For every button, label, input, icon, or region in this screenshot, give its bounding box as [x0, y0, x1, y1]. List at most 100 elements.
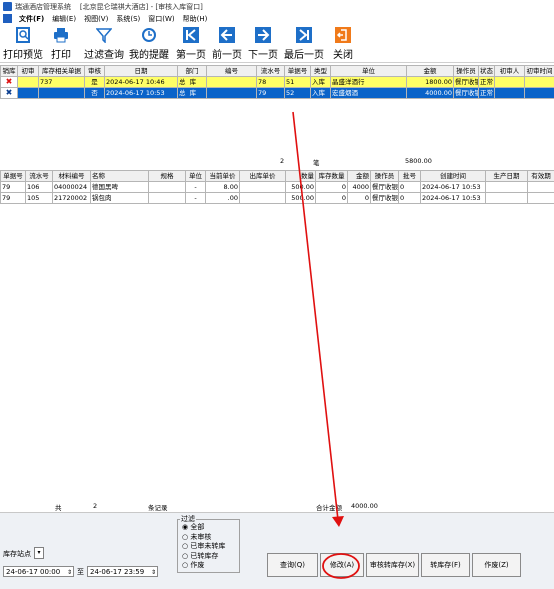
app-icon [3, 2, 12, 11]
column-header[interactable]: 操作员 [371, 171, 399, 182]
column-header[interactable]: 数量 [286, 171, 316, 182]
table-cell: 正常 [479, 88, 495, 99]
date-to-picker[interactable]: 24-06-17 23:59⇕ [87, 566, 158, 577]
print-preview-icon [14, 27, 32, 43]
column-header[interactable]: 初审人 [495, 66, 525, 77]
station-dropdown[interactable]: ▾ [34, 547, 44, 559]
first-page-button[interactable]: 第一页 [176, 27, 206, 61]
date-from-picker[interactable]: 24-06-17 00:00⇕ [3, 566, 74, 577]
table-cell: - [186, 193, 206, 204]
filter-option-transferred[interactable]: ○ 已转库存 [182, 552, 225, 562]
title-bar: 瑞通酒店管理系统 [北京昆仑瑞祺大酒店] - [审核入库窗口] [0, 0, 554, 14]
table-cell [525, 77, 554, 88]
column-header[interactable]: 操作员 [454, 66, 479, 77]
column-header[interactable]: 初审时间 [525, 66, 554, 77]
table-cell: 2024-06-17 10:53 [105, 88, 178, 99]
filter-query-button[interactable]: 过滤查询 [84, 27, 124, 61]
close-button[interactable]: 关闭 [333, 27, 353, 61]
table-cell: 2024-06-17 10:53 [421, 182, 486, 193]
table-cell: 04000024 [53, 182, 91, 193]
filter-option-unreviewed[interactable]: ○ 未审核 [182, 533, 225, 543]
void-button[interactable]: 作废(Z) [472, 553, 521, 577]
document-icon [3, 14, 12, 23]
menu-edit[interactable]: 编辑(E) [48, 14, 80, 24]
column-header[interactable]: 库存相关单据 [39, 66, 85, 77]
review-transfer-button[interactable]: 审核转库存(X) [366, 553, 419, 577]
column-header[interactable]: 销库 [1, 66, 18, 77]
table-cell: 0 [348, 193, 371, 204]
column-header[interactable]: 单位 [331, 66, 407, 77]
column-header[interactable]: 状态 [479, 66, 495, 77]
column-header[interactable]: 流水号 [257, 66, 285, 77]
last-page-button[interactable]: 最后一页 [284, 27, 324, 61]
next-page-button[interactable]: 下一页 [248, 27, 278, 61]
my-reminders-button[interactable]: 我的提醒 [129, 27, 169, 61]
table-cell: 是 [85, 77, 105, 88]
menu-view[interactable]: 视图(V) [80, 14, 112, 24]
menu-window[interactable]: 窗口(W) [144, 14, 178, 24]
query-button[interactable]: 查询(Q) [267, 553, 318, 577]
radio-icon: ○ [182, 533, 188, 541]
column-header[interactable]: 单位 [186, 171, 206, 182]
table-cell: 0 [316, 193, 348, 204]
column-header[interactable]: 类型 [311, 66, 331, 77]
table-header-row: 单据号 流水号 材料编号 名称 规格 单位 当前单价 出库单价 数量 库存数量 … [1, 171, 554, 182]
table-row-selected[interactable]: ✖ 否 2024-06-17 10:53 总 库 79 52 入库 宏盛烟酒 4… [1, 88, 554, 99]
table-cell: 宏盛烟酒 [331, 88, 407, 99]
table-cell: 79 [257, 88, 285, 99]
table-row[interactable]: ✖ 737 是 2024-06-17 10:46 总 库 78 51 入库 晶盛… [1, 77, 554, 88]
print-preview-button[interactable]: 打印预览 [3, 27, 43, 61]
menu-system[interactable]: 系统(S) [112, 14, 144, 24]
table-cell: 餐厅收银 [454, 77, 479, 88]
column-header[interactable]: 编号 [207, 66, 257, 77]
table-cell: 500.00 [286, 193, 316, 204]
bottom-panel [0, 512, 554, 589]
column-header[interactable]: 生产日期 [486, 171, 528, 182]
chevron-down-icon: ▾ [37, 549, 40, 556]
table-cell [18, 77, 39, 88]
column-header[interactable]: 材料编号 [53, 171, 91, 182]
table-cell: 0 [399, 182, 421, 193]
column-header[interactable]: 库存数量 [316, 171, 348, 182]
table-cell [495, 88, 525, 99]
table-cell: 入库 [311, 88, 331, 99]
table-row[interactable]: 79 105 21720002 锅包肉 - .00 500.00 0 0 餐厅收… [1, 193, 554, 204]
previous-page-button[interactable]: 前一页 [212, 27, 242, 61]
menu-help[interactable]: 帮助(H) [179, 14, 212, 24]
table-cell [528, 193, 554, 204]
filter-option-all[interactable]: ◉ 全部 [182, 523, 225, 533]
column-header[interactable]: 单据号 [285, 66, 311, 77]
column-header[interactable]: 单据号 [1, 171, 26, 182]
column-header[interactable]: 审核 [85, 66, 105, 77]
table-cell [149, 193, 186, 204]
table-cell: 78 [257, 77, 285, 88]
menu-file[interactable]: 文件(F) [15, 14, 48, 24]
filter-option-reviewed[interactable]: ○ 已审未转库 [182, 542, 225, 552]
column-header[interactable]: 金额 [407, 66, 454, 77]
column-header[interactable]: 流水号 [26, 171, 53, 182]
column-header[interactable]: 日期 [105, 66, 178, 77]
column-header[interactable]: 金额 [348, 171, 371, 182]
delete-icon[interactable]: ✖ [1, 88, 18, 99]
column-header[interactable]: 出库单价 [240, 171, 286, 182]
table-cell: 105 [26, 193, 53, 204]
table-row[interactable]: 79 106 04000024 德国黑啤 - 8.00 500.00 0 400… [1, 182, 554, 193]
transfer-stock-button[interactable]: 转库存(F) [421, 553, 470, 577]
column-header[interactable]: 初审 [18, 66, 39, 77]
print-button[interactable]: 打印 [51, 27, 71, 61]
modify-button[interactable]: 修改(A) [320, 553, 364, 577]
column-header[interactable]: 批号 [399, 171, 421, 182]
table-cell: 52 [285, 88, 311, 99]
table-cell: 入库 [311, 77, 331, 88]
delete-icon[interactable]: ✖ [1, 77, 18, 88]
column-header[interactable]: 创建时间 [421, 171, 486, 182]
table-cell [207, 77, 257, 88]
column-header[interactable]: 部门 [178, 66, 207, 77]
column-header[interactable]: 名称 [91, 171, 149, 182]
column-header[interactable]: 规格 [149, 171, 186, 182]
top-summary-count: 2 [280, 157, 284, 165]
station-label: 库存站点 [3, 549, 31, 559]
column-header[interactable]: 有效期 [528, 171, 554, 182]
filter-option-void[interactable]: ○ 作废 [182, 561, 225, 571]
column-header[interactable]: 当前单价 [206, 171, 240, 182]
